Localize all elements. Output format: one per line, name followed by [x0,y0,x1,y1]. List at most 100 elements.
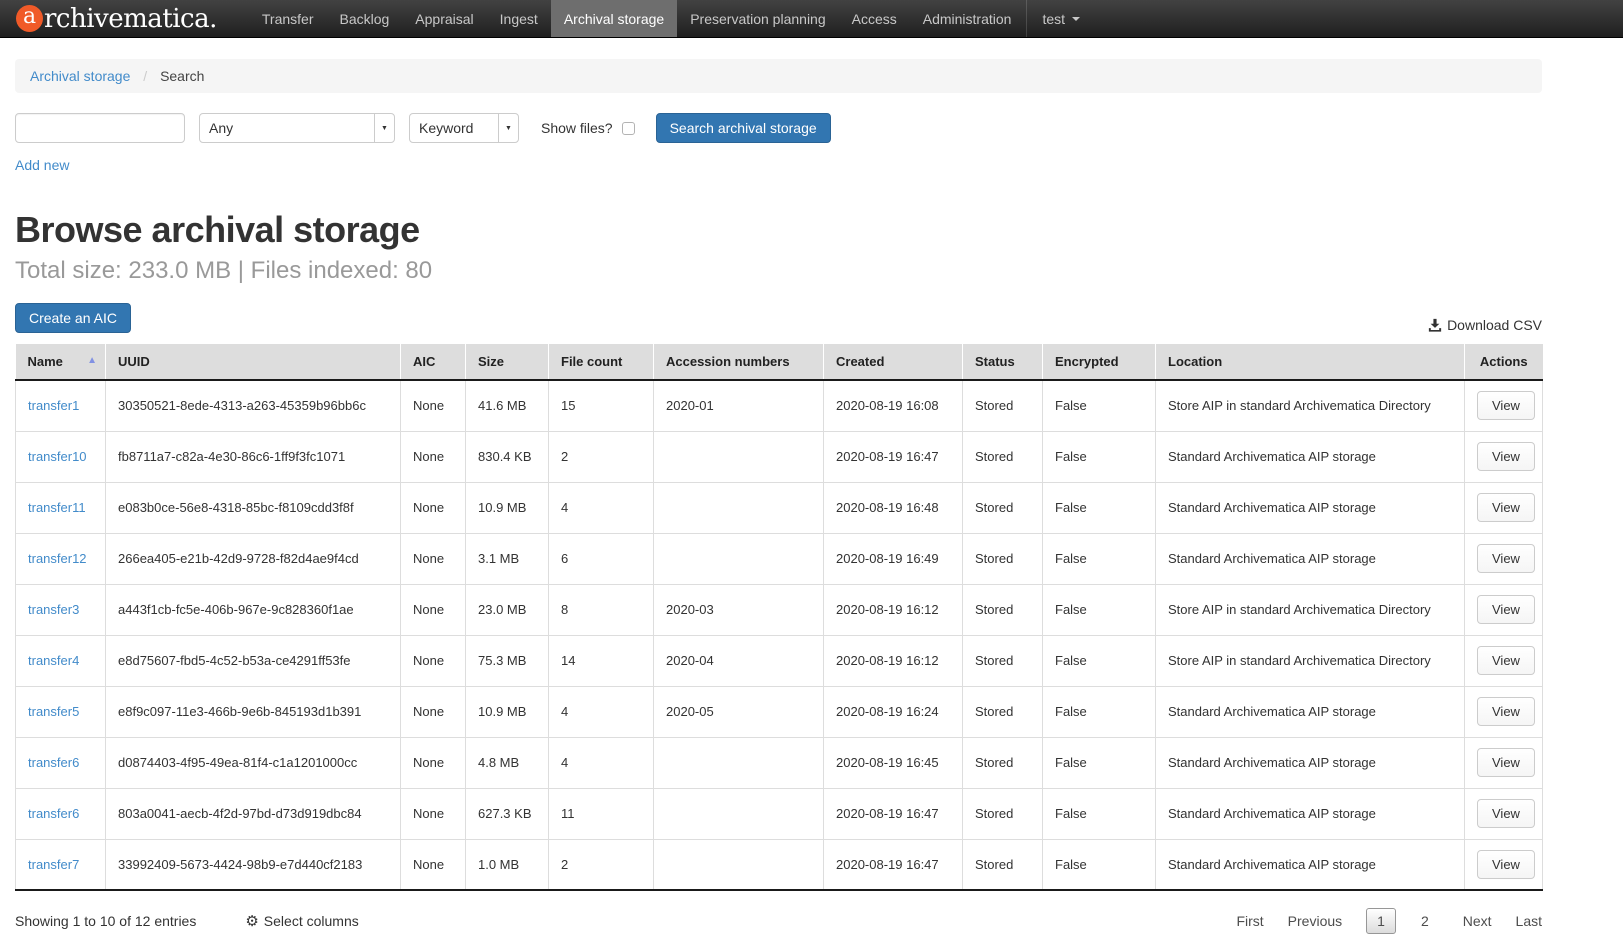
nav-item-appraisal[interactable]: Appraisal [402,0,486,37]
view-button[interactable]: View [1477,544,1535,573]
accession-numbers-cell: 2020-05 [654,686,824,737]
location-cell: Standard Archivematica AIP storage [1156,839,1465,890]
view-button[interactable]: View [1477,697,1535,726]
pagination-page-2[interactable]: 2 [1411,909,1439,933]
size-cell: 627.3 KB [466,788,549,839]
transfer-name-link[interactable]: transfer7 [28,857,79,872]
search-form: Any ▼ Keyword ▼ Show files? Search archi… [15,113,1542,143]
search-field-select[interactable]: Any ▼ [199,113,395,143]
pagination-page-1[interactable]: 1 [1366,908,1396,934]
column-header-encrypted[interactable]: Encrypted [1043,344,1156,380]
create-aic-button[interactable]: Create an AIC [15,303,131,333]
transfer-name-link[interactable]: transfer3 [28,602,79,617]
show-files-label: Show files? [541,120,613,136]
nav-item-backlog[interactable]: Backlog [326,0,402,37]
file-count-cell: 4 [549,482,654,533]
view-button[interactable]: View [1477,391,1535,420]
pagination-last[interactable]: Last [1516,913,1542,929]
file-count-cell: 4 [549,737,654,788]
encrypted-cell: False [1043,482,1156,533]
status-cell: Stored [963,788,1043,839]
file-count-cell: 15 [549,380,654,431]
nav-item-preservation-planning[interactable]: Preservation planning [677,0,838,37]
transfer-name-link[interactable]: transfer6 [28,806,79,821]
status-cell: Stored [963,839,1043,890]
created-cell: 2020-08-19 16:47 [824,431,963,482]
caret-down-icon [1072,17,1080,21]
download-csv-link[interactable]: Download CSV [1428,317,1542,333]
created-cell: 2020-08-19 16:45 [824,737,963,788]
transfer-name-link[interactable]: transfer5 [28,704,79,719]
accession-numbers-cell: 2020-04 [654,635,824,686]
pagination-previous[interactable]: Previous [1288,913,1342,929]
column-header-location[interactable]: Location [1156,344,1465,380]
breadcrumb: Archival storage / Search [15,59,1542,93]
name-cell: transfer5 [16,686,106,737]
view-button[interactable]: View [1477,799,1535,828]
file-count-cell: 8 [549,584,654,635]
nav-item-archival-storage[interactable]: Archival storage [551,0,677,37]
size-cell: 10.9 MB [466,482,549,533]
pagination-pages: 12 [1366,908,1439,934]
transfer-name-link[interactable]: transfer1 [28,398,79,413]
aic-cell: None [401,482,466,533]
aic-cell: None [401,533,466,584]
show-files-checkbox[interactable] [622,122,635,135]
table-row: transfer12266ea405-e21b-42d9-9728-f82d4a… [16,533,1543,584]
transfer-name-link[interactable]: transfer4 [28,653,79,668]
nav-item-transfer[interactable]: Transfer [249,0,327,37]
column-header-accession-numbers[interactable]: Accession numbers [654,344,824,380]
transfer-name-link[interactable]: transfer12 [28,551,87,566]
search-submit-button[interactable]: Search archival storage [656,113,831,143]
view-button[interactable]: View [1477,646,1535,675]
search-query-input[interactable] [15,113,185,143]
pagination-next[interactable]: Next [1463,913,1492,929]
column-header-created[interactable]: Created [824,344,963,380]
location-cell: Standard Archivematica AIP storage [1156,482,1465,533]
file-count-cell: 2 [549,839,654,890]
uuid-cell: 30350521-8ede-4313-a263-45359b96bb6c [106,380,401,431]
location-cell: Store AIP in standard Archivematica Dire… [1156,380,1465,431]
view-button[interactable]: View [1477,748,1535,777]
main-content: Archival storage / Search Any ▼ Keyword … [15,59,1542,934]
aic-cell: None [401,635,466,686]
pagination-first[interactable]: First [1236,913,1263,929]
column-header-uuid[interactable]: UUID [106,344,401,380]
uuid-cell: e8f9c097-11e3-466b-9e6b-845193d1b391 [106,686,401,737]
nav-item-access[interactable]: Access [839,0,910,37]
column-header-name[interactable]: Name▲ [16,344,106,380]
transfer-name-link[interactable]: transfer11 [28,500,86,515]
column-header-file-count[interactable]: File count [549,344,654,380]
view-button[interactable]: View [1477,493,1535,522]
app-logo[interactable]: a rchivematica. [16,0,217,37]
column-header-aic[interactable]: AIC [401,344,466,380]
add-new-link[interactable]: Add new [15,157,69,173]
select-columns-button[interactable]: ⚙ Select columns [245,913,358,929]
transfer-name-link[interactable]: transfer6 [28,755,79,770]
actions-cell: View [1465,635,1543,686]
view-button[interactable]: View [1477,850,1535,879]
gear-icon: ⚙ [245,914,258,929]
nav-item-ingest[interactable]: Ingest [487,0,551,37]
transfer-name-link[interactable]: transfer10 [28,449,87,464]
select-arrow-icon: ▼ [374,114,394,142]
column-header-actions[interactable]: Actions [1465,344,1543,380]
storage-summary: Total size: 233.0 MB | Files indexed: 80 [15,257,1542,285]
pagination: First Previous 12 Next Last [1236,908,1542,934]
column-header-status[interactable]: Status [963,344,1043,380]
user-menu[interactable]: test [1026,0,1095,37]
search-type-select[interactable]: Keyword ▼ [409,113,519,143]
view-button[interactable]: View [1477,442,1535,471]
size-cell: 4.8 MB [466,737,549,788]
nav-item-administration[interactable]: Administration [910,0,1025,37]
status-cell: Stored [963,533,1043,584]
uuid-cell: d0874403-4f95-49ea-81f4-c1a1201000cc [106,737,401,788]
breadcrumb-link-archival-storage[interactable]: Archival storage [30,68,130,84]
column-header-size[interactable]: Size [466,344,549,380]
page-title: Browse archival storage [15,209,1542,251]
size-cell: 23.0 MB [466,584,549,635]
table-header-row: Name▲UUIDAICSizeFile countAccession numb… [16,344,1543,380]
view-button[interactable]: View [1477,595,1535,624]
uuid-cell: 33992409-5673-4424-98b9-e7d440cf2183 [106,839,401,890]
size-cell: 75.3 MB [466,635,549,686]
